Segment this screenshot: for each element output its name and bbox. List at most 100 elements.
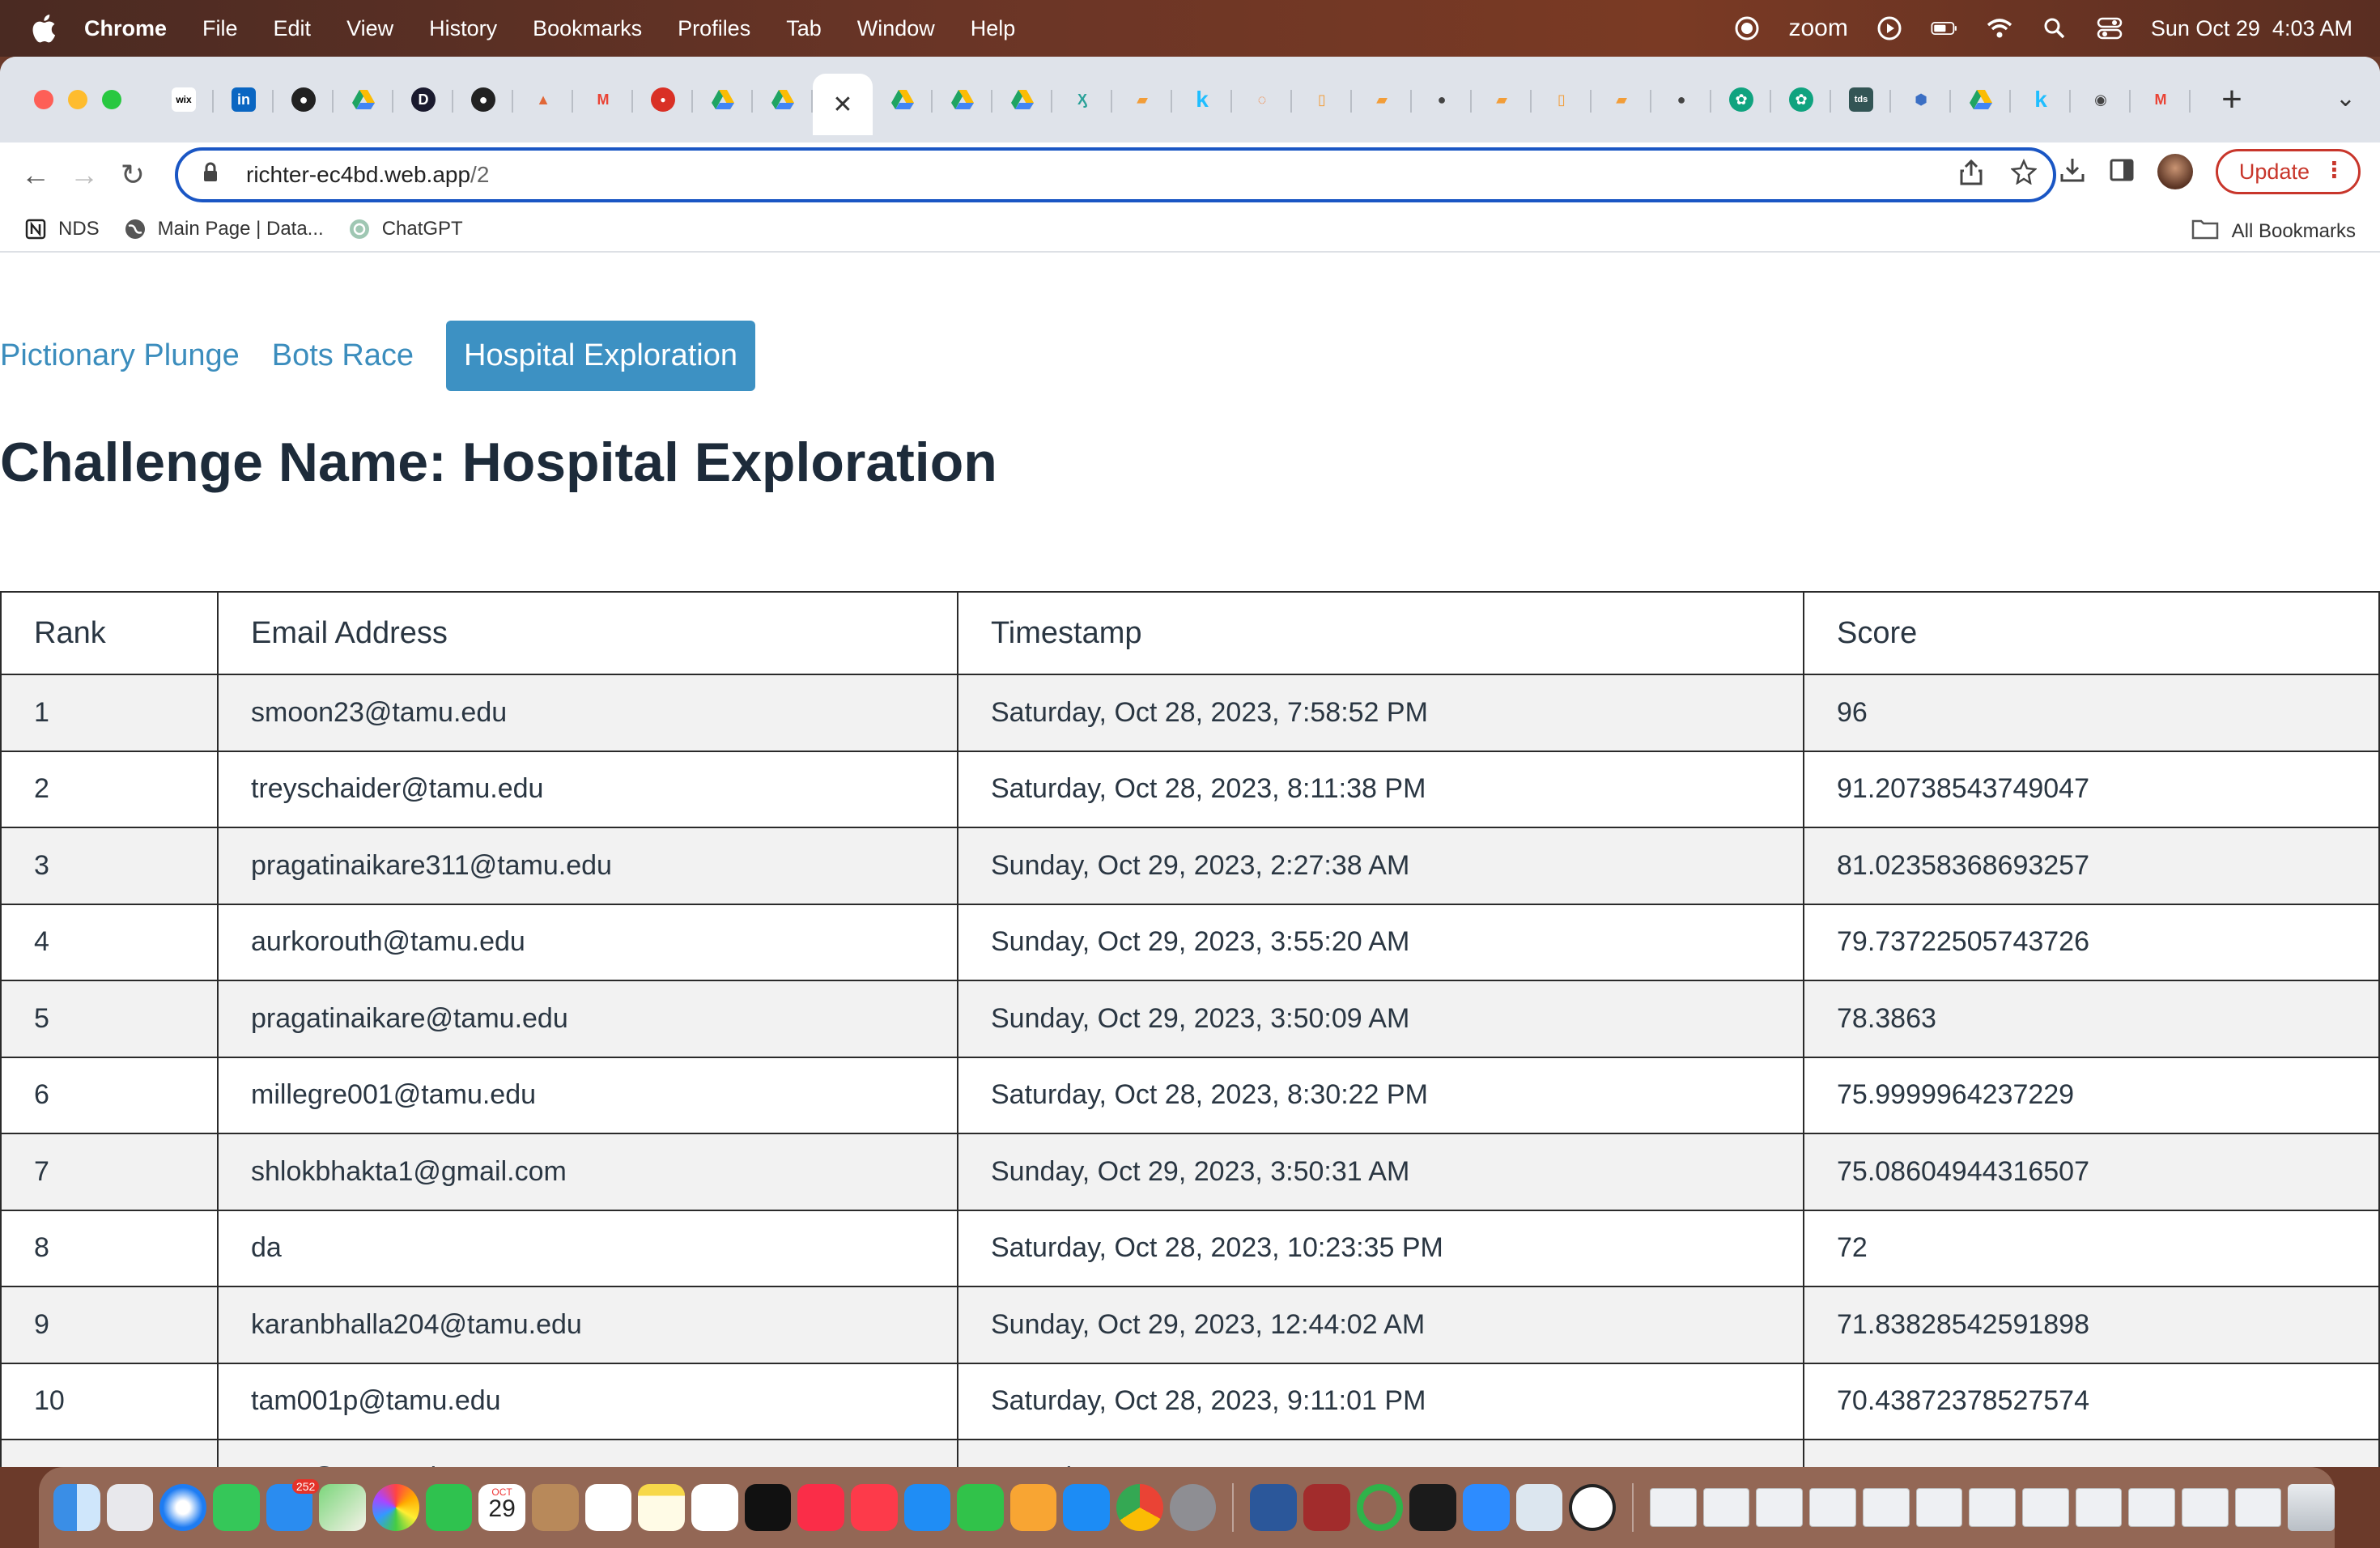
tab[interactable]: ✿ [1711, 74, 1771, 125]
menu-view[interactable]: View [346, 16, 393, 41]
bookmark-star-icon[interactable] [2010, 158, 2038, 192]
wifi-icon[interactable] [1986, 15, 2013, 42]
contacts-icon[interactable] [531, 1484, 579, 1531]
mail-icon[interactable]: 252 [266, 1479, 320, 1531]
tab[interactable]: tds [1831, 74, 1891, 125]
minimized-window-thumbnail[interactable] [2128, 1488, 2175, 1527]
word-icon[interactable] [1250, 1484, 1298, 1531]
tab[interactable]: M [573, 74, 633, 125]
menu-profiles[interactable]: Profiles [678, 16, 750, 41]
tab[interactable]: ● [453, 74, 513, 125]
calendar-icon[interactable]: OCT 29 [478, 1484, 525, 1531]
apple-icon[interactable] [29, 12, 57, 45]
tab[interactable]: ◌ [1232, 74, 1292, 125]
photos-icon[interactable] [372, 1484, 419, 1531]
tab[interactable] [334, 74, 393, 125]
minimized-window-thumbnail[interactable] [1650, 1488, 1697, 1527]
tab[interactable]: ● [1651, 74, 1711, 125]
tab[interactable]: ▯ [1532, 74, 1592, 125]
menu-bookmarks[interactable]: Bookmarks [533, 16, 642, 41]
minimized-window-thumbnail[interactable] [1969, 1488, 2016, 1527]
new-tab-icon[interactable]: + [2212, 79, 2252, 120]
lock-icon[interactable] [202, 162, 227, 189]
minimized-window-thumbnail[interactable] [2234, 1488, 2282, 1527]
tab[interactable] [1951, 74, 2011, 125]
screen-record-icon[interactable] [1733, 15, 1761, 42]
menu-app-chrome[interactable]: Chrome [84, 16, 167, 41]
minimized-window-thumbnail[interactable] [1915, 1488, 1963, 1527]
tab[interactable]: ● [633, 74, 693, 125]
fullscreen-window-button[interactable] [102, 90, 121, 109]
tab[interactable]: ▯ [1292, 74, 1352, 125]
clock-icon[interactable] [1569, 1484, 1617, 1531]
preview-icon[interactable] [1515, 1484, 1563, 1531]
all-bookmarks-button[interactable]: All Bookmarks [2191, 217, 2356, 245]
freeform-icon[interactable] [691, 1484, 738, 1531]
address-bar[interactable]: richter-ec4bd.web.app/2 [175, 147, 2056, 202]
tab[interactable]: ▰ [1352, 74, 1412, 125]
bookmark-chatgpt[interactable]: ChatGPT [348, 218, 463, 240]
tab[interactable]: ▰ [1472, 74, 1532, 125]
music-icon[interactable] [797, 1484, 844, 1531]
bookmark-nds[interactable]: NDS [24, 218, 100, 240]
system-settings-icon[interactable] [1169, 1484, 1217, 1531]
menu-edit[interactable]: Edit [274, 16, 312, 41]
back-arrow-icon[interactable]: ← [11, 151, 60, 199]
menu-help[interactable]: Help [971, 16, 1016, 41]
minimized-window-thumbnail[interactable] [1809, 1488, 1856, 1527]
chrome-icon[interactable] [1116, 1484, 1163, 1531]
tab[interactable]: ● [1412, 74, 1472, 125]
close-tab-icon[interactable]: ✕ [832, 91, 852, 119]
tab[interactable]: ✿ [1771, 74, 1831, 125]
launchpad-icon[interactable] [106, 1484, 154, 1531]
tab-search-chevron-icon[interactable]: ⌄ [2335, 84, 2356, 113]
maps-icon[interactable] [319, 1484, 366, 1531]
tab[interactable] [753, 74, 813, 125]
keynote-icon[interactable] [903, 1484, 951, 1531]
zoom-tray-label[interactable]: zoom [1788, 15, 1847, 42]
tab[interactable]: Ӽ [1052, 74, 1112, 125]
side-panel-icon[interactable] [2109, 157, 2135, 187]
nav-pictionary-plunge[interactable]: Pictionary Plunge [0, 321, 256, 391]
zoom-icon[interactable] [1463, 1484, 1510, 1531]
reload-icon[interactable]: ↻ [108, 151, 157, 199]
tab[interactable]: D [393, 74, 453, 125]
close-window-button[interactable] [34, 90, 53, 109]
tab[interactable]: k [1172, 74, 1232, 125]
app-store-icon[interactable] [1063, 1484, 1111, 1531]
numbers-icon[interactable] [957, 1484, 1004, 1531]
tab[interactable]: ⬢ [1891, 74, 1951, 125]
menu-file[interactable]: File [202, 16, 238, 41]
menu-window[interactable]: Window [857, 16, 935, 41]
menu-history[interactable]: History [429, 16, 497, 41]
more-options-icon[interactable]: ⋮ [2323, 158, 2345, 183]
activity-ring-icon[interactable] [1356, 1484, 1404, 1531]
finder-icon[interactable] [53, 1484, 100, 1531]
safari-icon[interactable] [159, 1484, 206, 1531]
tab[interactable]: ● [274, 74, 334, 125]
share-icon[interactable] [1959, 159, 1983, 192]
control-center-icon[interactable] [2096, 15, 2123, 42]
tab[interactable]: ▰ [1112, 74, 1172, 125]
minimized-window-thumbnail[interactable] [2181, 1488, 2229, 1527]
download-icon[interactable] [2059, 156, 2086, 188]
reminders-icon[interactable] [584, 1484, 632, 1531]
tab[interactable]: wix [154, 74, 214, 125]
news-icon[interactable] [850, 1484, 898, 1531]
minimize-window-button[interactable] [68, 90, 87, 109]
bookmark-main-page[interactable]: Main Page | Data... [124, 218, 324, 240]
minimized-window-thumbnail[interactable] [2075, 1488, 2123, 1527]
battery-icon[interactable] [1931, 15, 1958, 42]
minimized-window-thumbnail[interactable] [1862, 1488, 1910, 1527]
minimized-window-thumbnail[interactable] [2021, 1488, 2069, 1527]
tab[interactable]: ▰ [1592, 74, 1651, 125]
tab[interactable] [873, 74, 933, 125]
tab[interactable]: k [2011, 74, 2071, 125]
pages-icon[interactable] [1009, 1484, 1057, 1531]
minimized-window-thumbnail[interactable] [1702, 1488, 1750, 1527]
facetime-icon[interactable] [425, 1484, 473, 1531]
tab[interactable] [992, 74, 1052, 125]
update-button[interactable]: Update ⋮ [2215, 149, 2361, 194]
tab[interactable]: ◉ [2071, 74, 2131, 125]
messages-icon[interactable] [212, 1484, 260, 1531]
